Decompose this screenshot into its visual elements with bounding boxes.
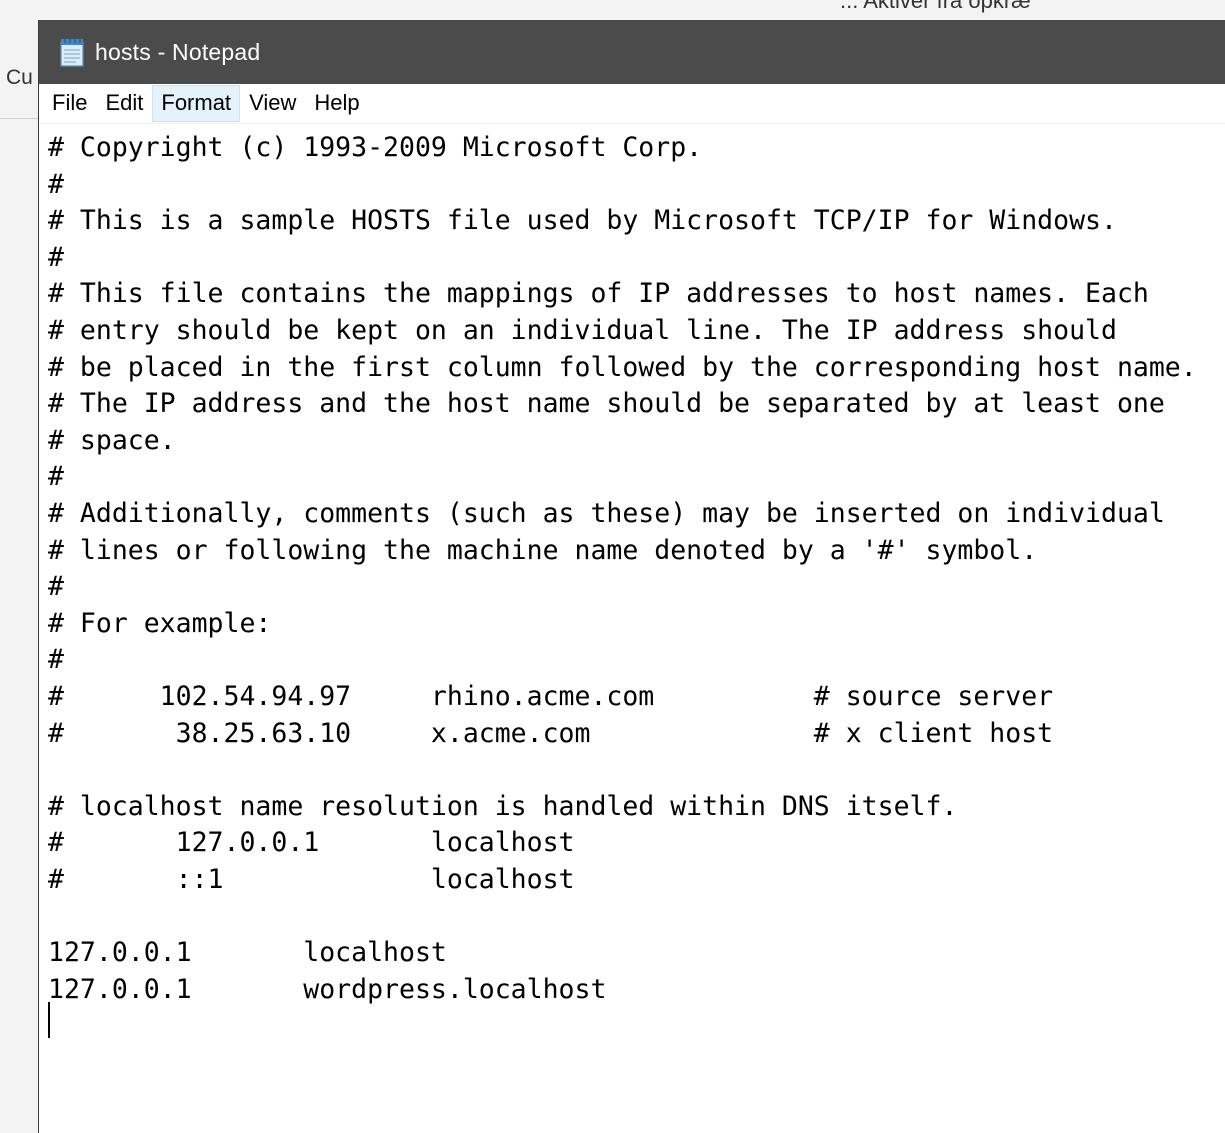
menu-format[interactable]: Format: [152, 85, 241, 122]
menu-file[interactable]: File: [43, 85, 96, 122]
menu-bar: File Edit Format View Help: [39, 84, 1225, 124]
editor-line: # space.: [48, 424, 176, 456]
editor-line: # lines or following the machine name de…: [48, 534, 1038, 566]
text-caret: [48, 1002, 50, 1038]
notepad-window[interactable]: hosts - Notepad File Edit Format View He…: [38, 20, 1225, 1133]
title-bar[interactable]: hosts - Notepad: [39, 20, 1225, 84]
editor-line: # ::1 localhost: [48, 863, 575, 895]
editor-line: #: [48, 571, 64, 603]
editor-line: # For example:: [48, 607, 272, 639]
editor-line: 127.0.0.1 localhost: [48, 937, 447, 969]
editor-line: #: [48, 461, 64, 493]
editor-line: # This file contains the mappings of IP …: [48, 278, 1149, 310]
editor-line: # be placed in the first column followed…: [48, 351, 1197, 383]
notepad-icon[interactable]: [59, 37, 85, 67]
editor-line: # The IP address and the host name shoul…: [48, 388, 1165, 420]
editor-content[interactable]: # Copyright (c) 1993-2009 Microsoft Corp…: [39, 126, 1225, 1008]
editor-line: # This is a sample HOSTS file used by Mi…: [48, 205, 1117, 237]
desktop: ... Aktivér fra opkræ Cu hosts - Notepad…: [0, 0, 1225, 1133]
editor-line: # Additionally, comments (such as these)…: [48, 497, 1165, 529]
editor-line: # localhost name resolution is handled w…: [48, 790, 958, 822]
text-editor[interactable]: # Copyright (c) 1993-2009 Microsoft Corp…: [39, 126, 1225, 1133]
background-window-label: Cu: [6, 66, 33, 89]
background-window-text: ... Aktivér fra opkræ: [840, 0, 1031, 13]
menu-help[interactable]: Help: [305, 85, 368, 122]
menu-view[interactable]: View: [240, 85, 305, 122]
editor-line: # 127.0.0.1 localhost: [48, 827, 575, 859]
window-title: hosts - Notepad: [95, 38, 261, 65]
editor-line: #: [48, 168, 64, 200]
editor-line: #: [48, 644, 64, 676]
editor-line: # entry should be kept on an individual …: [48, 314, 1117, 346]
editor-line: #: [48, 241, 64, 273]
editor-line: # 38.25.63.10 x.acme.com # x client host: [48, 717, 1054, 749]
menu-edit[interactable]: Edit: [96, 85, 152, 122]
editor-line: # 102.54.94.97 rhino.acme.com # source s…: [48, 680, 1054, 712]
editor-line: # Copyright (c) 1993-2009 Microsoft Corp…: [48, 132, 703, 163]
editor-line: 127.0.0.1 wordpress.localhost: [48, 973, 607, 1005]
background-divider: [0, 118, 40, 119]
